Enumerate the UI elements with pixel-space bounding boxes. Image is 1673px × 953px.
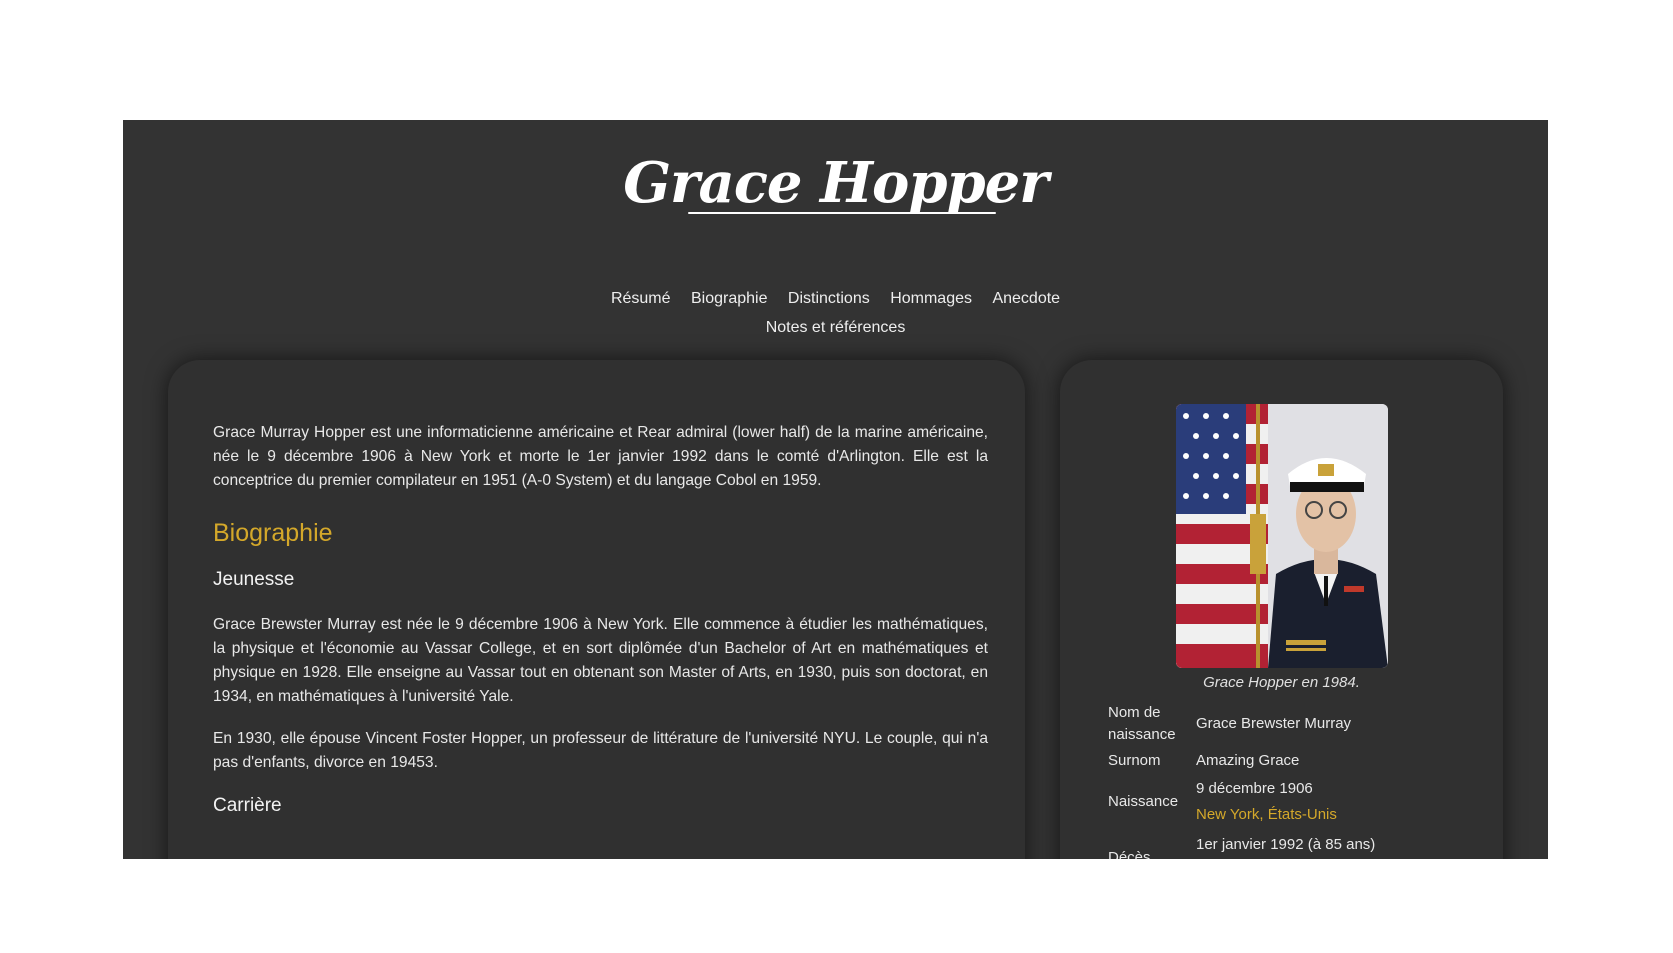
infobox-row: Décès 1er janvier 1992 (à 85 ans) [1108, 830, 1468, 859]
site-frame: Grace Hopper Résumé Biographie Distincti… [123, 120, 1548, 859]
nav-link-resume[interactable]: Résumé [611, 290, 671, 307]
nav-link-distinctions[interactable]: Distinctions [788, 290, 870, 307]
nav-link-notes[interactable]: Notes et références [766, 319, 906, 336]
portrait-caption: Grace Hopper en 1984. [1203, 674, 1360, 691]
main-nav: Résumé Biographie Distinctions Hommages … [123, 284, 1548, 342]
infobox-value: 1er janvier 1992 (à 85 ans) [1196, 830, 1468, 859]
infobox-row: Naissance 9 décembre 1906 New York, État… [1108, 774, 1468, 830]
paragraph: En 1930, elle épouse Vincent Foster Hopp… [213, 730, 988, 771]
site-title[interactable]: Grace Hopper [123, 150, 1548, 216]
nav-link-hommages[interactable]: Hommages [890, 290, 972, 307]
infobox-value: 9 décembre 1906 New York, États-Unis [1196, 774, 1468, 830]
portrait-illustration [1176, 404, 1388, 668]
death-place-link[interactable] [1196, 858, 1468, 859]
birth-date: 9 décembre 1906 [1196, 780, 1313, 797]
infobox-table: Nom de naissance Grace Brewster Murray S… [1108, 700, 1468, 859]
paragraph: Grace Brewster Murray est née le 9 décem… [213, 616, 988, 705]
article-card: Grace Murray Hopper est une informaticie… [168, 360, 1025, 859]
death-date: 1er janvier 1992 (à 85 ans) [1196, 836, 1376, 853]
infobox-label: Surnom [1108, 752, 1161, 769]
subsection-heading-carriere: Carrière [213, 795, 282, 816]
infobox-label: Naissance [1108, 793, 1179, 810]
portrait-photo [1176, 404, 1388, 668]
infobox-label: Décès [1108, 849, 1151, 859]
nav-row: Résumé Biographie Distinctions Hommages … [123, 284, 1548, 313]
article-content: Grace Murray Hopper est une informaticie… [213, 421, 988, 839]
birth-place-link[interactable]: New York, États-Unis [1196, 802, 1468, 828]
infobox-row: Surnom Amazing Grace [1108, 748, 1468, 774]
intro-paragraph: Grace Murray Hopper est une informaticie… [213, 424, 988, 489]
nav-row: Notes et références [123, 313, 1548, 342]
infobox-value: Amazing Grace [1196, 752, 1300, 769]
subsection-heading-jeunesse: Jeunesse [213, 569, 295, 590]
nav-link-anecdote[interactable]: Anecdote [992, 290, 1060, 307]
infobox-label: Nom de naissance [1108, 704, 1176, 743]
infobox-card: Grace Hopper en 1984. Nom de naissance G… [1060, 360, 1503, 859]
title-flourish [688, 212, 996, 214]
infobox-row: Nom de naissance Grace Brewster Murray [1108, 700, 1468, 748]
section-heading-biographie: Biographie [213, 519, 333, 547]
nav-link-biographie[interactable]: Biographie [691, 290, 768, 307]
infobox-value: Grace Brewster Murray [1196, 715, 1352, 732]
